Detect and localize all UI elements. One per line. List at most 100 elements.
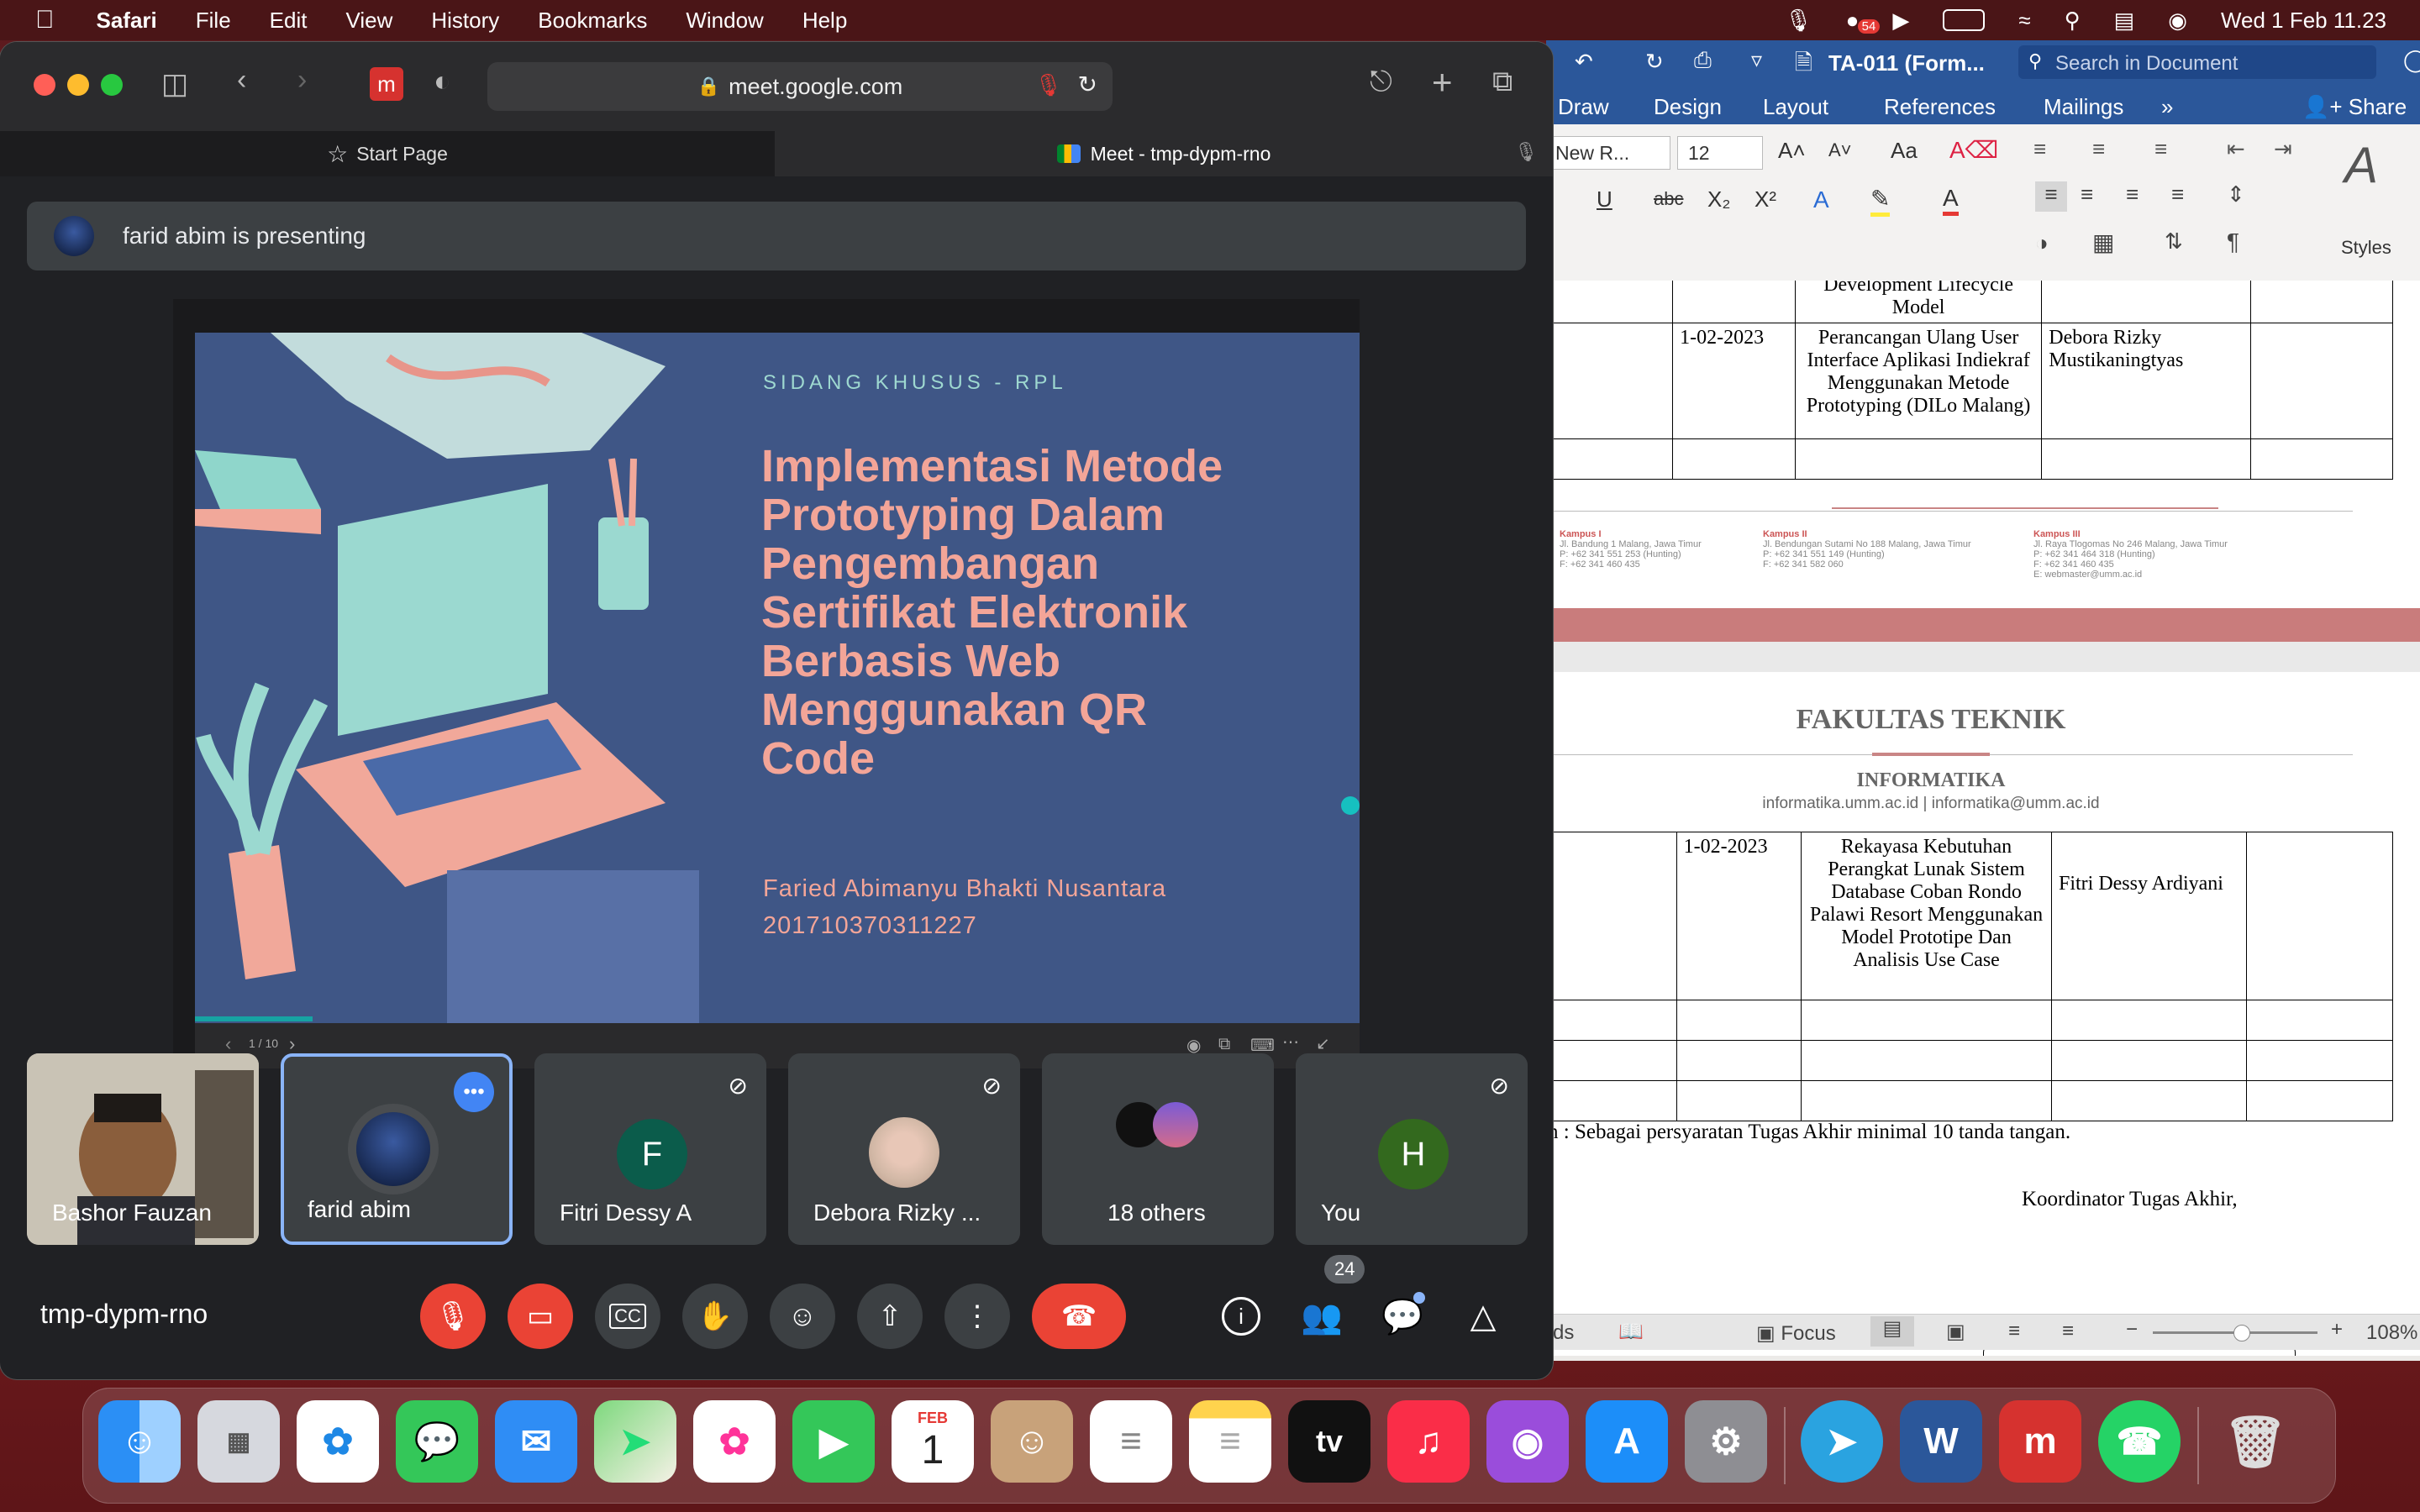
menu-edit[interactable]: Edit — [270, 8, 308, 34]
back-icon[interactable]: ‹ — [237, 64, 246, 97]
tab-mailings[interactable]: Mailings — [2044, 94, 2123, 120]
print-layout-icon[interactable]: ▤ — [1870, 1316, 1914, 1347]
messages-icon[interactable]: 💬 — [396, 1400, 478, 1483]
sort-icon[interactable]: ⇅ — [2165, 228, 2183, 255]
align-center-icon[interactable]: ≡ — [2081, 181, 2093, 207]
participant-tile[interactable]: ⊘ H You — [1296, 1053, 1528, 1245]
apple-tv-icon[interactable]: tv — [1288, 1400, 1370, 1483]
zoom-slider-knob[interactable] — [2233, 1325, 2250, 1341]
launchpad-icon[interactable]: ▦ — [197, 1400, 280, 1483]
font-name-select[interactable]: New R... — [1551, 136, 1670, 170]
grow-font-icon[interactable]: A˄ — [1778, 138, 1806, 164]
slide-copy-icon[interactable]: ⧉ — [1218, 1035, 1230, 1054]
camera-toggle-button[interactable]: ▭ — [508, 1284, 573, 1349]
zoom-slider[interactable] — [2153, 1325, 2317, 1341]
menu-app-name[interactable]: Safari — [97, 8, 157, 34]
calendar-icon[interactable]: FEB 1 — [892, 1400, 974, 1483]
tab-mic-icon[interactable]: 🎙 — [1514, 141, 1538, 163]
proofing-icon[interactable]: 📖 — [1618, 1320, 1644, 1344]
battery-icon[interactable] — [1943, 9, 1986, 31]
photos-icon[interactable]: ✿ — [693, 1400, 776, 1483]
new-tab-icon[interactable]: + — [1432, 62, 1453, 102]
contacts-icon[interactable]: ☺ — [991, 1400, 1073, 1483]
line-spacing-icon[interactable]: ⇕ — [2227, 181, 2245, 207]
mail-icon[interactable]: ✉ — [495, 1400, 577, 1483]
shrink-font-icon[interactable]: A˅ — [1828, 139, 1852, 161]
menu-help[interactable]: Help — [802, 8, 847, 34]
notes-icon[interactable]: ≡ — [1189, 1400, 1271, 1483]
highlight-icon[interactable]: ✎ — [1870, 185, 1891, 217]
control-center-icon[interactable]: ▤ — [2114, 8, 2135, 34]
whatsapp-icon[interactable]: ☎ — [2098, 1400, 2181, 1483]
meeting-info-button[interactable]: i — [1212, 1284, 1270, 1349]
sidebar-icon[interactable]: ◫ — [161, 67, 188, 101]
clear-formatting-icon[interactable]: A⌫ — [1949, 136, 1998, 164]
shading-icon[interactable]: ◑ — [2035, 230, 2049, 256]
undo-icon[interactable]: ↶ — [1575, 49, 1593, 75]
address-bar[interactable]: 🔒 meet.google.com 🎙 ↻ — [487, 62, 1113, 111]
app-store-icon[interactable]: A — [1586, 1400, 1668, 1483]
trash-icon[interactable]: 🗑 — [2214, 1400, 2296, 1483]
multilevel-list-icon[interactable]: ≡ — [2154, 136, 2167, 162]
share-icon[interactable]: ⎋ — [1370, 66, 1392, 98]
maps-icon[interactable]: ➤ — [594, 1400, 676, 1483]
justify-icon[interactable]: ≡ — [2171, 181, 2184, 207]
word-icon[interactable]: W — [1900, 1400, 1982, 1483]
decrease-indent-icon[interactable]: ⇤ — [2227, 136, 2245, 162]
strikethrough-icon[interactable]: abc — [1654, 188, 1683, 210]
tab-design[interactable]: Design — [1654, 94, 1722, 120]
share-button[interactable]: 👤+ Share — [2302, 94, 2407, 120]
participant-tile[interactable]: Bashor Fauzan — [27, 1053, 259, 1245]
slide-prev-icon[interactable]: ‹ — [225, 1033, 231, 1055]
battery-app-icon[interactable]: ● 54 — [1846, 8, 1881, 34]
tab-layout[interactable]: Layout — [1763, 94, 1828, 120]
forward-icon[interactable]: › — [297, 64, 307, 97]
mendeley-icon[interactable]: m — [1999, 1400, 2081, 1483]
mic-in-use-icon[interactable]: 🎙 — [1034, 72, 1062, 98]
styles-icon[interactable]: A — [2344, 136, 2378, 194]
minimize-window-button[interactable] — [67, 74, 89, 96]
extension-icon[interactable]: m — [370, 67, 403, 101]
document-page[interactable]: Development Lifecycle Model 1-02-2023 Pe… — [1546, 281, 2420, 1356]
participant-tile[interactable]: ••• farid abim — [281, 1053, 513, 1245]
customize-toolbar-icon[interactable]: ▿ — [1751, 47, 1762, 73]
tab-start-page[interactable]: ☆ Start Page — [0, 131, 775, 176]
web-layout-icon[interactable]: ▣ — [1946, 1320, 1965, 1344]
siri-icon[interactable]: ◉ — [2168, 8, 2187, 34]
change-case-icon[interactable]: Aa — [1891, 138, 1918, 164]
participant-tile[interactable]: 18 others — [1042, 1053, 1274, 1245]
tab-overview-icon[interactable]: ⧉ — [1492, 66, 1512, 98]
draft-icon[interactable]: ≡ — [2062, 1320, 2074, 1343]
music-icon[interactable]: ♫ — [1387, 1400, 1470, 1483]
present-button[interactable]: ⇧ — [857, 1284, 923, 1349]
slide-next-icon[interactable]: › — [289, 1033, 295, 1055]
menu-bookmarks[interactable]: Bookmarks — [538, 8, 647, 34]
tab-references[interactable]: References — [1884, 94, 1996, 120]
zoom-level[interactable]: 108% — [2366, 1321, 2417, 1345]
superscript-icon[interactable]: X² — [1754, 186, 1776, 213]
borders-icon[interactable]: ▦ — [2092, 228, 2114, 256]
align-right-icon[interactable]: ≡ — [2126, 181, 2139, 207]
slide-more-icon[interactable]: ⋯ — [1282, 1032, 1299, 1053]
subscript-icon[interactable]: X₂ — [1707, 186, 1730, 213]
apple-icon[interactable]:  — [35, 6, 55, 34]
redo-icon[interactable]: ↻ — [1645, 49, 1664, 75]
text-effects-icon[interactable]: A — [1813, 186, 1829, 213]
show-formatting-icon[interactable]: ¶ — [2227, 228, 2239, 255]
menu-view[interactable]: View — [345, 8, 392, 34]
wifi-icon[interactable]: ≈ — [2018, 8, 2030, 34]
leave-call-button[interactable]: ☎ — [1032, 1284, 1126, 1349]
podcasts-icon[interactable]: ◉ — [1486, 1400, 1569, 1483]
participant-tile[interactable]: ⊘ F Fitri Dessy A — [534, 1053, 766, 1245]
font-color-icon[interactable]: A — [1943, 185, 1959, 216]
more-tabs-icon[interactable]: » — [2161, 94, 2173, 120]
menu-history[interactable]: History — [431, 8, 499, 34]
more-options-button[interactable]: ⋮ — [944, 1284, 1010, 1349]
chat-button[interactable]: 💬 — [1373, 1284, 1432, 1349]
tab-meet[interactable]: Meet - tmp-dypm-rno 🎙 — [775, 131, 1553, 176]
play-icon[interactable]: ▶ — [1892, 8, 1909, 34]
activities-button[interactable]: △ — [1454, 1284, 1512, 1349]
privacy-shield-icon[interactable]: ◐ — [434, 66, 451, 98]
font-size-select[interactable]: 12 — [1677, 136, 1763, 170]
safari-icon[interactable]: ✿ — [297, 1400, 379, 1483]
